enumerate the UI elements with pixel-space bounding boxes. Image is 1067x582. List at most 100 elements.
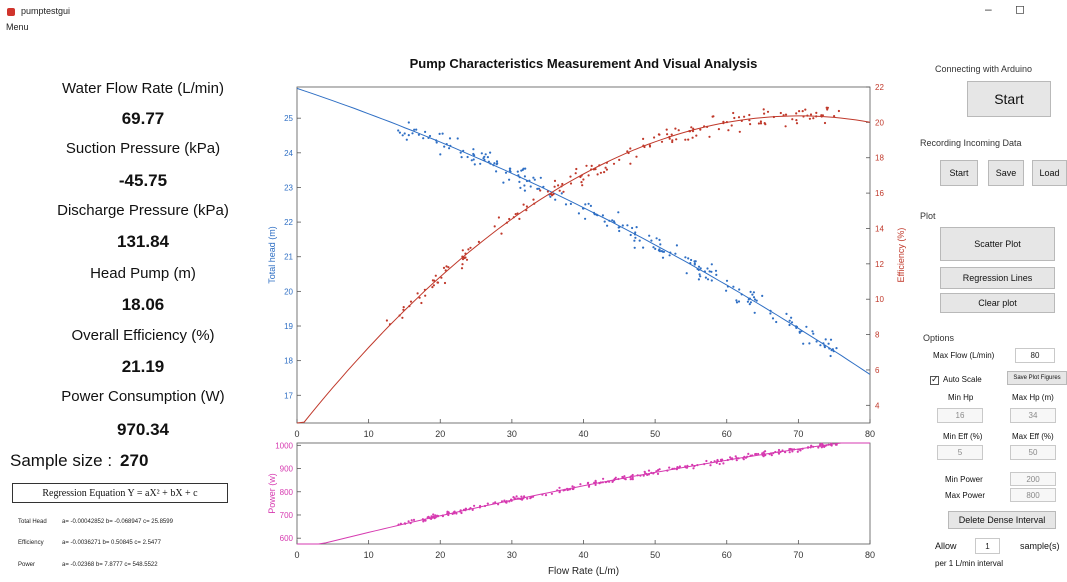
max-flow-input[interactable]: 80 — [1015, 348, 1055, 363]
data-point — [629, 162, 632, 165]
data-point — [473, 163, 476, 166]
data-point — [650, 239, 653, 242]
record-start-button[interactable]: Start — [940, 160, 978, 186]
data-point — [520, 495, 523, 498]
data-point — [553, 179, 557, 182]
data-point — [658, 248, 661, 251]
min-power-input[interactable]: 200 — [1010, 472, 1056, 486]
auto-scale-label: Auto Scale — [943, 375, 982, 384]
delete-dense-interval-button[interactable]: Delete Dense Interval — [948, 511, 1056, 529]
data-point — [486, 502, 489, 505]
max-power-input[interactable]: 800 — [1010, 488, 1056, 502]
data-point — [523, 184, 526, 187]
save-plot-figures-button[interactable]: Save Plot Figures — [1007, 371, 1067, 385]
data-point — [654, 247, 657, 250]
min-hp-input[interactable]: 16 — [937, 408, 983, 423]
data-point — [674, 252, 677, 255]
data-point — [631, 226, 634, 230]
data-point — [562, 190, 565, 193]
data-point — [823, 121, 827, 125]
data-point — [655, 237, 658, 240]
minimize-icon[interactable]: – — [985, 2, 992, 16]
y-axis-label-right: Efficiency (%) — [896, 228, 906, 283]
auto-scale-checkbox[interactable] — [930, 374, 939, 385]
data-point — [502, 181, 505, 184]
record-save-button[interactable]: Save — [988, 160, 1024, 186]
data-point — [469, 246, 472, 249]
data-point — [633, 246, 636, 249]
data-point — [829, 338, 833, 341]
data-point — [439, 153, 442, 156]
y-tick-label-left: 18 — [284, 357, 293, 366]
data-point — [581, 184, 584, 187]
data-point — [642, 246, 645, 249]
data-point — [554, 198, 557, 201]
max-eff-input[interactable]: 50 — [1010, 445, 1056, 460]
maximize-icon[interactable]: ◻ — [1015, 2, 1025, 16]
data-point — [668, 254, 671, 257]
data-point — [448, 137, 452, 140]
data-point — [751, 293, 754, 296]
record-load-button[interactable]: Load — [1032, 160, 1067, 186]
min-eff-input[interactable]: 5 — [937, 445, 983, 460]
data-point — [579, 483, 582, 486]
min-power-label: Min Power — [945, 475, 983, 484]
data-point — [523, 175, 527, 178]
data-point — [412, 518, 416, 522]
data-point — [580, 181, 583, 184]
data-point — [465, 258, 469, 261]
data-point — [770, 454, 773, 457]
data-point — [484, 153, 487, 156]
data-point — [697, 278, 701, 281]
data-point — [466, 155, 469, 159]
data-point — [495, 163, 498, 166]
data-point — [463, 256, 466, 260]
data-point — [638, 239, 641, 242]
y-tick-label-right: 8 — [875, 331, 880, 340]
scatter-plot-button[interactable]: Scatter Plot — [940, 227, 1055, 261]
data-point — [533, 178, 536, 181]
y-tick-label-left: 1000 — [275, 441, 293, 450]
data-point — [749, 301, 753, 304]
data-point — [746, 300, 750, 303]
data-point — [612, 162, 616, 165]
data-point — [735, 299, 738, 302]
data-point — [420, 301, 423, 305]
data-point — [757, 122, 761, 125]
data-point — [697, 265, 701, 268]
data-point — [692, 467, 695, 470]
data-point — [837, 109, 841, 113]
data-point — [708, 270, 711, 273]
y-tick-label-left: 25 — [284, 114, 293, 123]
data-point — [629, 147, 632, 150]
arduino-start-button[interactable]: Start — [967, 81, 1051, 117]
data-point — [659, 243, 662, 246]
data-point — [626, 224, 629, 227]
data-point — [761, 294, 764, 297]
data-point — [759, 122, 763, 125]
x-tick-label: 0 — [294, 550, 299, 560]
data-point — [777, 448, 781, 452]
clear-plot-button[interactable]: Clear plot — [940, 293, 1055, 313]
data-point — [526, 497, 529, 500]
data-point — [827, 342, 830, 345]
data-point — [589, 204, 593, 207]
max-hp-input[interactable]: 34 — [1010, 408, 1056, 423]
data-point — [432, 513, 435, 516]
data-point — [798, 331, 801, 334]
data-point — [441, 132, 444, 135]
data-point — [436, 281, 440, 284]
y-tick-label-left: 20 — [284, 287, 293, 296]
allow-samples-input[interactable]: 1 — [975, 538, 1000, 554]
data-point — [539, 189, 542, 192]
data-point — [508, 167, 511, 170]
data-point — [618, 229, 621, 233]
y-tick-label-left: 17 — [284, 391, 293, 400]
data-point — [606, 224, 609, 227]
data-point — [539, 176, 542, 179]
data-point — [762, 108, 765, 111]
data-point — [553, 185, 556, 188]
regression-lines-button[interactable]: Regression Lines — [940, 267, 1055, 289]
data-point — [560, 192, 563, 195]
data-point — [493, 162, 496, 165]
